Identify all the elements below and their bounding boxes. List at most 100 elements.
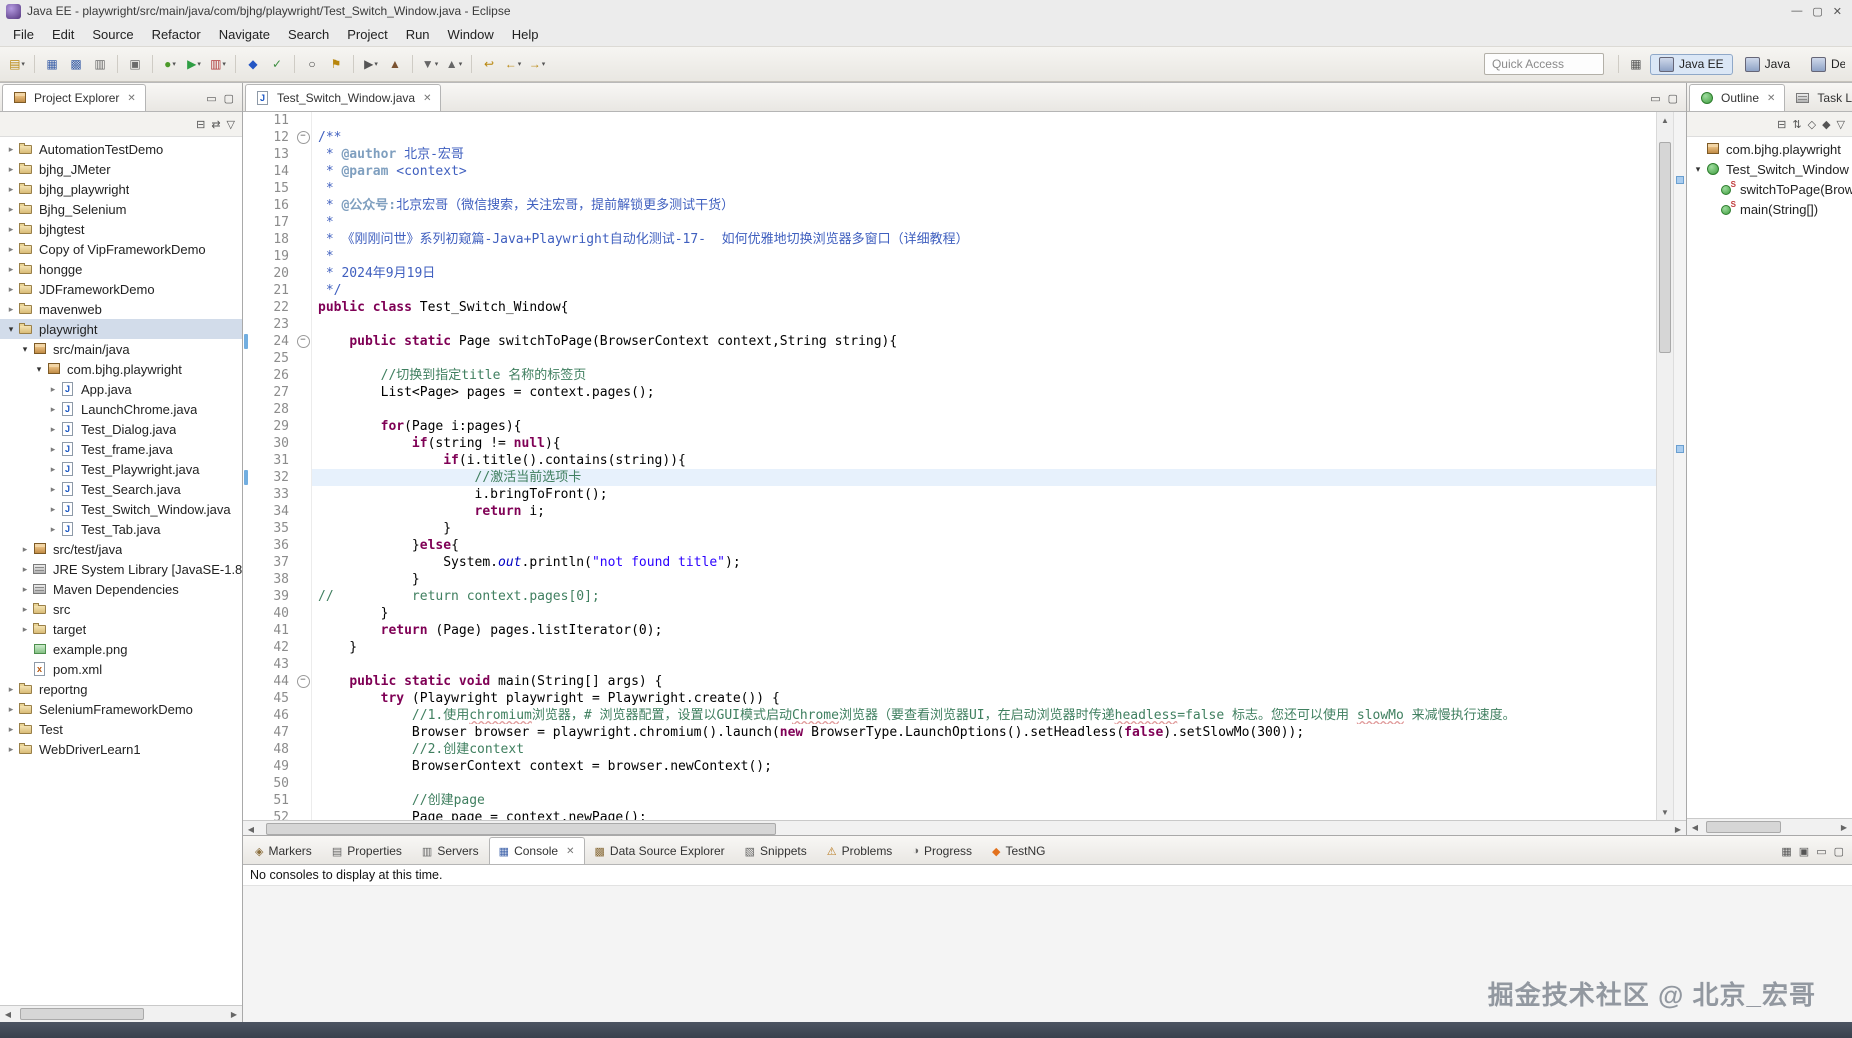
view-menu-icon[interactable]: ▽ [1837,118,1845,131]
ant-button[interactable]: ▲ [384,53,406,75]
annotation-marker[interactable] [1676,175,1684,184]
expand-icon[interactable]: ▸ [4,184,18,195]
build-all-button[interactable]: ▣ [124,53,146,75]
expand-icon[interactable]: ▸ [18,604,32,615]
expand-icon[interactable]: ▸ [18,544,32,555]
tree-item-test-frame-java[interactable]: ▸ Test_frame.java [0,439,242,459]
new-wizard-button[interactable]: ▤ ▾ [6,53,28,75]
maximize-panel-icon[interactable]: ▢ [1834,845,1844,858]
expand-icon[interactable]: ▸ [4,264,18,275]
previous-annotation-button[interactable]: ▲ ▾ [443,53,465,75]
editor-tab-test-switch-window[interactable]: Test_Switch_Window.java ✕ [245,84,442,111]
expand-icon[interactable]: ▸ [46,464,60,475]
tree-item-bjhg-playwright[interactable]: ▸ bjhg_playwright [0,179,242,199]
tree-item-copy-of-vipframeworkdemo[interactable]: ▸ Copy of VipFrameworkDemo [0,239,242,259]
dropdown-arrow-icon[interactable]: ▾ [222,60,226,68]
forward-button[interactable]: → ▾ [526,53,548,75]
expand-icon[interactable]: ▸ [46,384,60,395]
tree-item-maven-dependencies[interactable]: ▸ Maven Dependencies [0,579,242,599]
scroll-right-icon[interactable]: ▶ [1836,823,1852,832]
menu-refactor[interactable]: Refactor [143,24,210,45]
tab-data-source-explorer[interactable]: ▩ Data Source Explorer [585,837,735,864]
tree-item-bjhg-jmeter[interactable]: ▸ bjhg_JMeter [0,159,242,179]
tree-item-reportng[interactable]: ▸ reportng [0,679,242,699]
expand-icon[interactable]: ▸ [46,484,60,495]
perspective-debug[interactable]: Debug [1802,54,1846,75]
tree-item-bjhgtest[interactable]: ▸ bjhgtest [0,219,242,239]
expand-icon[interactable]: ▸ [4,224,18,235]
dropdown-arrow-icon[interactable]: ▾ [435,60,439,68]
tree-item-webdriverlearn1[interactable]: ▸ WebDriverLearn1 [0,739,242,759]
collapse-fold-icon[interactable]: − [296,335,310,348]
open-type-button[interactable]: ○ [301,53,323,75]
tree-item-main-string[interactable]: main(String[]) [1687,199,1852,219]
expand-icon[interactable]: ▸ [18,564,32,575]
close-window-icon[interactable]: ✕ [1833,5,1842,18]
tree-item-target[interactable]: ▸ target [0,619,242,639]
tree-item-test-switch-window[interactable]: ▾ Test_Switch_Window [1687,159,1852,179]
minimize-panel-icon[interactable]: ▭ [206,92,216,105]
run-button[interactable]: ▶ ▾ [183,53,205,75]
code-editor[interactable]: 11 12−/** 13 * @author 北京-宏哥 14 * @param <c… [243,112,1656,820]
quick-access-input[interactable]: Quick Access [1483,53,1604,75]
link-with-editor-icon[interactable]: ⇄ [211,118,220,131]
run-java-application-button[interactable]: ◆ [242,53,264,75]
search-button[interactable]: ⚑ [325,53,347,75]
tree-item-example-png[interactable]: example.png [0,639,242,659]
close-icon[interactable]: ✕ [1767,93,1775,104]
tree-item-hongge[interactable]: ▸ hongge [0,259,242,279]
menu-help[interactable]: Help [503,24,548,45]
menu-project[interactable]: Project [338,24,396,45]
menu-run[interactable]: Run [397,24,439,45]
dropdown-arrow-icon[interactable]: ▾ [197,60,201,68]
editor-vscrollbar[interactable]: ▲ ▼ [1656,112,1673,820]
scroll-right-icon[interactable]: ▶ [1670,825,1686,834]
menu-edit[interactable]: Edit [43,24,83,45]
menu-window[interactable]: Window [439,24,503,45]
expand-icon[interactable]: ▸ [46,524,60,535]
tab-markers[interactable]: ◈ Markers [245,837,322,864]
expand-icon[interactable]: ▸ [4,304,18,315]
pin-console-icon[interactable]: ▣ [1799,845,1809,858]
menu-navigate[interactable]: Navigate [210,24,279,45]
project-explorer-tree[interactable]: ▸ AutomationTestDemo ▸ bjhg_JMeter ▸ bjhg_pla… [0,137,242,1005]
collapse-fold-icon[interactable]: − [296,131,310,144]
hide-fields-icon[interactable]: ◇ [1808,118,1816,131]
dropdown-arrow-icon[interactable]: ▾ [542,60,546,68]
tree-item-src[interactable]: ▸ src [0,599,242,619]
hide-static-members-icon[interactable]: ◆ [1822,118,1830,131]
collapse-all-icon[interactable]: ⊟ [196,118,205,131]
tree-item-com-bjhg-playwright[interactable]: ▾ com.bjhg.playwright [0,359,242,379]
expand-icon[interactable]: ▸ [4,164,18,175]
collapse-icon[interactable]: ▾ [1691,164,1705,175]
scroll-right-icon[interactable]: ▶ [226,1010,242,1019]
menu-search[interactable]: Search [279,24,338,45]
scroll-left-icon[interactable]: ◀ [243,825,259,834]
expand-icon[interactable]: ▸ [18,584,32,595]
open-console-icon[interactable]: ▦ [1781,845,1791,858]
tree-item-test-playwright-java[interactable]: ▸ Test_Playwright.java [0,459,242,479]
scroll-down-icon[interactable]: ▼ [1657,804,1673,820]
collapse-fold-icon[interactable]: − [296,675,310,688]
outline-tree[interactable]: com.bjhg.playwright ▾ Test_Switch_Windowsw… [1687,137,1852,818]
minimize-window-icon[interactable]: — [1791,5,1802,18]
dropdown-arrow-icon[interactable]: ▾ [374,60,378,68]
expand-icon[interactable]: ▸ [4,684,18,695]
tree-item-test-switch-window-java[interactable]: ▸ Test_Switch_Window.java [0,499,242,519]
junit-button[interactable]: ✓ [266,53,288,75]
expand-icon[interactable]: ▸ [4,724,18,735]
tree-item-app-java[interactable]: ▸ App.java [0,379,242,399]
dropdown-arrow-icon[interactable]: ▾ [172,60,176,68]
save-all-button[interactable]: ▩ [65,53,87,75]
tree-item-test[interactable]: ▸ Test [0,719,242,739]
expand-icon[interactable]: ▸ [18,624,32,635]
tree-item-automationtestdemo[interactable]: ▸ AutomationTestDemo [0,139,242,159]
tree-item-src-main-java[interactable]: ▾ src/main/java [0,339,242,359]
view-menu-icon[interactable]: ▽ [227,118,235,131]
tree-item-src-test-java[interactable]: ▸ src/test/java [0,539,242,559]
expand-icon[interactable]: ▸ [46,444,60,455]
outline-hscrollbar[interactable]: ◀ ▶ [1687,818,1852,835]
overview-ruler[interactable] [1673,112,1686,820]
tree-item-switchtopage-browsercontext-string[interactable]: switchToPage(BrowserContext, String) [1687,179,1852,199]
tab-properties[interactable]: ▤ Properties [322,837,412,864]
